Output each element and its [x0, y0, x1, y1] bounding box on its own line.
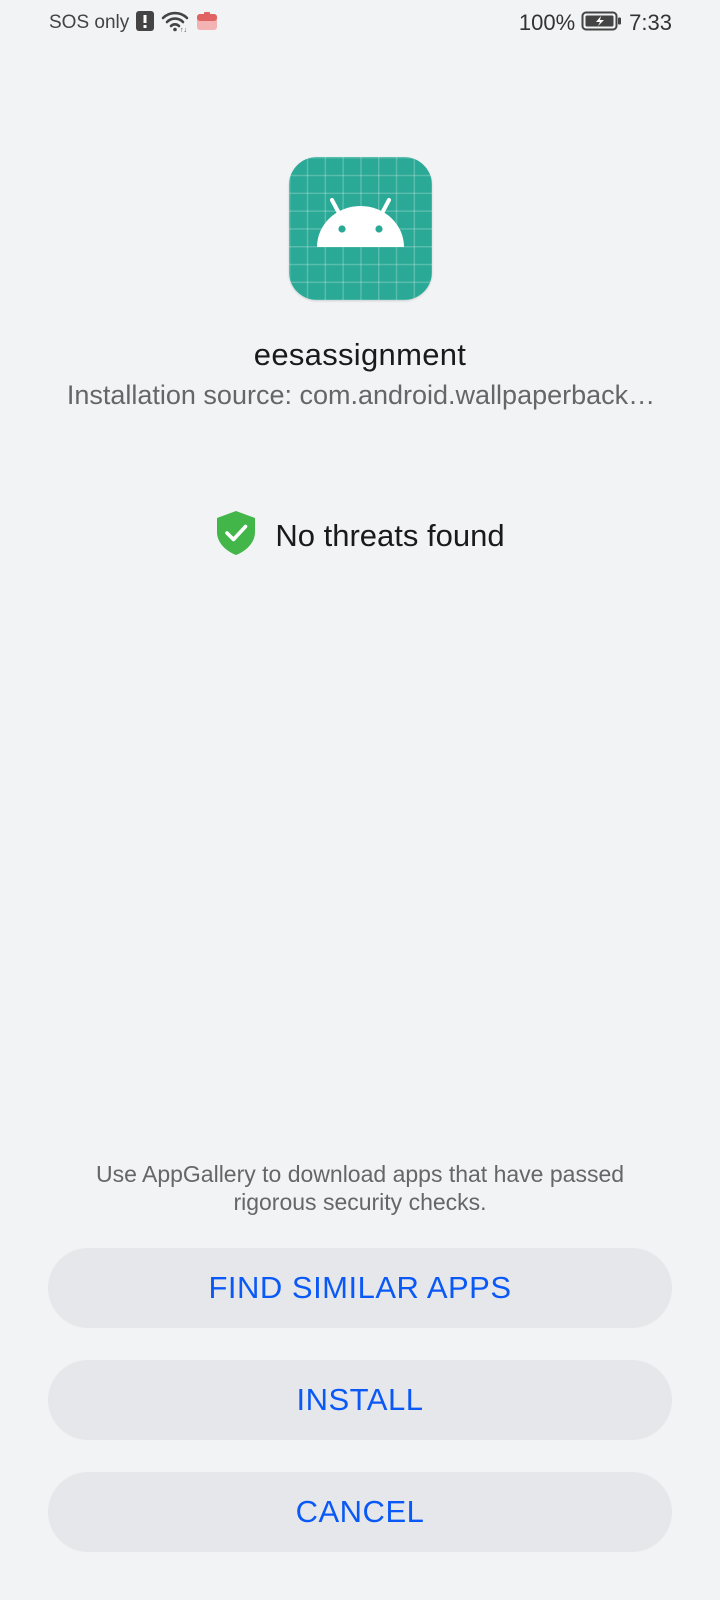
scan-result: No threats found [0, 510, 720, 561]
find-similar-apps-button[interactable]: FIND SIMILAR APPS [48, 1248, 672, 1328]
scan-result-text: No threats found [275, 517, 505, 553]
wifi-icon: ↑↓ [161, 10, 189, 37]
clock-time: 7:33 [629, 10, 672, 35]
notification-app-icon [195, 10, 219, 37]
svg-text:↑↓: ↑↓ [180, 27, 187, 32]
appgallery-notice: Use AppGallery to download apps that hav… [95, 1161, 625, 1215]
battery-percent: 100% [518, 10, 576, 35]
status-bar-right: 100% 7:33 [519, 10, 672, 37]
app-name: eesassignment [253, 337, 467, 372]
status-bar: SOS only ↑↓ 100% 7:33 [0, 0, 720, 46]
battery-charging-icon [581, 10, 623, 37]
android-app-icon [289, 157, 432, 300]
installation-source: Installation source: com.android.wallpap… [66, 380, 656, 410]
cancel-button[interactable]: CANCEL [48, 1472, 672, 1552]
shield-check-icon [215, 510, 257, 561]
app-installer-screen: SOS only ↑↓ 100% 7:33 eesassignment Inst… [0, 0, 720, 1600]
carrier-text: SOS only [49, 12, 130, 33]
status-bar-left: SOS only ↑↓ [49, 10, 219, 37]
install-button[interactable]: INSTALL [48, 1360, 672, 1440]
alert-sim-icon [135, 10, 155, 37]
